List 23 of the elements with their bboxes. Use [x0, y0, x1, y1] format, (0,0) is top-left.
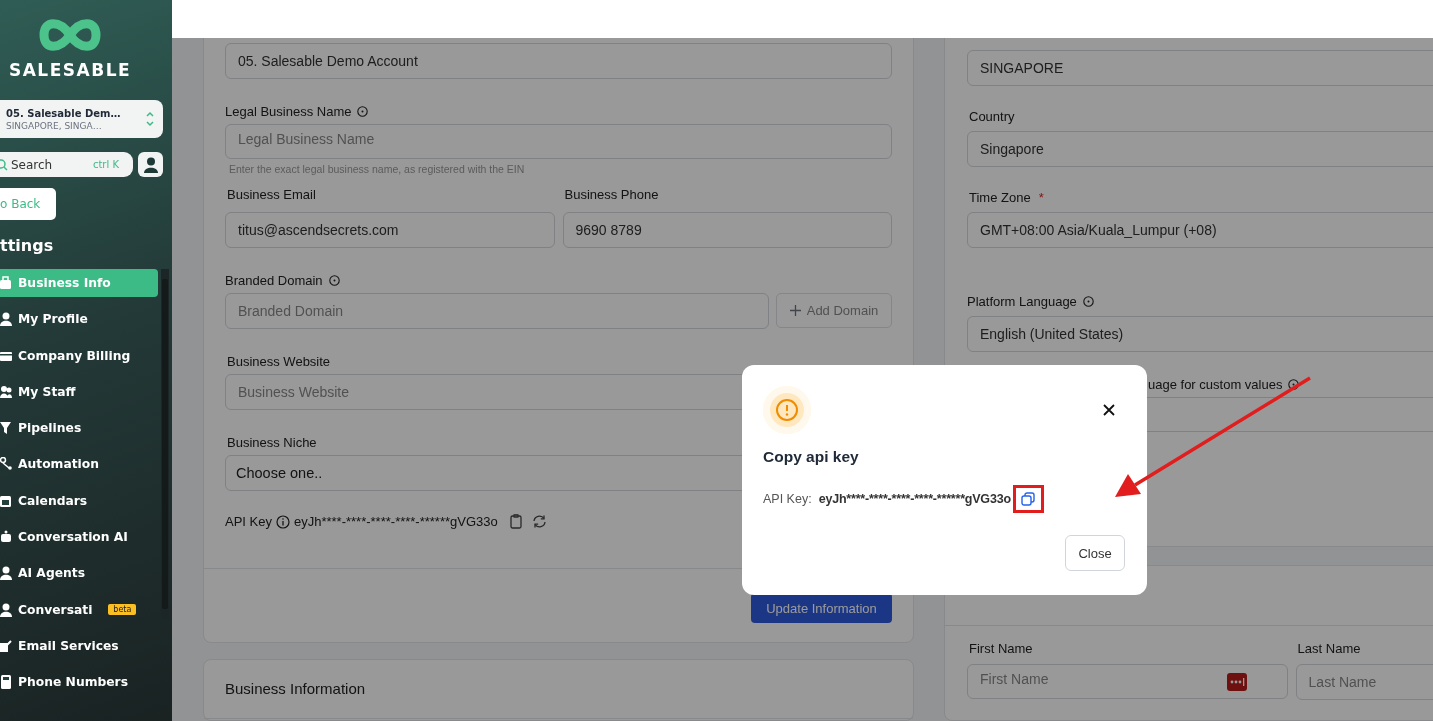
field-label: Branded Domain: [225, 273, 323, 288]
api-key-value: eyJh****-****-****-****-******gVG33o: [818, 492, 1011, 506]
field-label: API Key: [225, 514, 272, 529]
field-hint: Enter the exact legal business name, as registered with the EIN: [228, 163, 526, 175]
field-label: Business Email: [227, 187, 316, 202]
section-title: ttings: [0, 236, 55, 255]
api-key-value: eyJh****-****-****-****-******gVG33o: [293, 514, 498, 529]
required-mark: *: [1038, 190, 1044, 205]
shortcut-hint: ctrl K: [92, 159, 119, 170]
field-label: Business Niche: [227, 435, 317, 450]
field-label: Last Name: [1297, 641, 1361, 656]
field-label: Platform Language: [967, 294, 1077, 309]
field-label: Business Phone: [564, 187, 659, 202]
field-label: First Name: [969, 641, 1033, 656]
brand-name: SALESABLE: [8, 60, 132, 80]
field-label: Business Website: [227, 354, 331, 369]
beta-badge: beta: [108, 604, 137, 616]
field-label: Legal Business Name: [225, 104, 352, 119]
field-label: Time Zone: [969, 190, 1031, 205]
field-label: uage for custom values: [1148, 377, 1283, 392]
card-title: Business Information: [204, 660, 913, 719]
field-label: Country: [969, 109, 1015, 124]
api-key-label: API Key:: [763, 492, 812, 506]
